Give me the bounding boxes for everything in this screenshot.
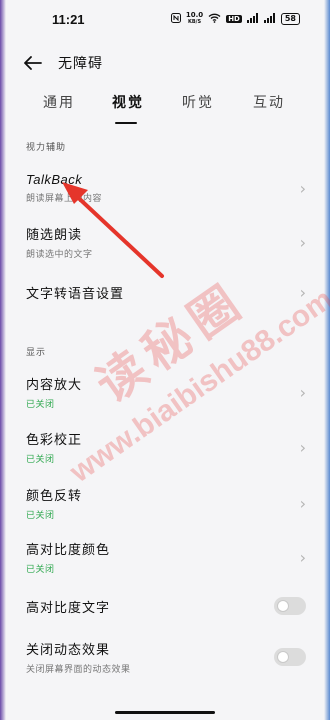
home-indicator[interactable] bbox=[115, 711, 215, 714]
status-icons: 10.0 KB/S HD 58 bbox=[170, 12, 300, 26]
section-header-vision-assist: 视力辅助 bbox=[26, 143, 67, 153]
tts-settings-title: 文字转语音设置 bbox=[26, 286, 125, 302]
chevron-right-icon: › bbox=[299, 232, 306, 252]
tab-active-indicator bbox=[115, 122, 137, 124]
remove-animations-toggle[interactable] bbox=[274, 648, 306, 666]
remove-animations-title: 关闭动态效果 bbox=[26, 643, 111, 658]
talkback-title: TalkBack bbox=[26, 172, 83, 187]
color-inversion-status: 已关闭 bbox=[26, 511, 55, 521]
tts-settings-row[interactable]: 文字转语音设置 › bbox=[0, 280, 330, 304]
tab-general[interactable]: 通用 bbox=[29, 92, 89, 112]
magnification-status: 已关闭 bbox=[26, 400, 55, 410]
select-to-speak-subtitle: 朗读选中的文字 bbox=[26, 250, 93, 260]
remove-animations-subtitle: 关闭屏幕界面的动态效果 bbox=[26, 665, 131, 675]
tab-vision[interactable]: 视觉 bbox=[98, 92, 158, 112]
magnification-row[interactable]: 内容放大 已关闭 › bbox=[0, 372, 330, 412]
chevron-right-icon: › bbox=[299, 282, 306, 302]
high-contrast-color-row[interactable]: 高对比度颜色 已关闭 › bbox=[0, 537, 330, 577]
wifi-icon bbox=[208, 13, 221, 26]
talkback-subtitle: 朗读屏幕上的内容 bbox=[26, 194, 103, 204]
nfc-icon bbox=[170, 12, 181, 26]
high-contrast-text-toggle[interactable] bbox=[274, 597, 306, 615]
chevron-right-icon: › bbox=[299, 547, 306, 567]
hd-icon: HD bbox=[226, 15, 242, 23]
chevron-right-icon: › bbox=[299, 382, 306, 402]
tab-bar: 通用 视觉 听觉 互动 bbox=[0, 92, 330, 128]
back-arrow-icon[interactable] bbox=[22, 52, 44, 74]
signal-icon-2 bbox=[263, 12, 276, 26]
magnification-title: 内容放大 bbox=[26, 378, 83, 393]
header: 无障碍 bbox=[0, 45, 330, 81]
status-time: 11:21 bbox=[52, 11, 85, 27]
page-title: 无障碍 bbox=[58, 56, 103, 72]
select-to-speak-title: 随选朗读 bbox=[26, 228, 83, 243]
network-unit: KB/S bbox=[187, 19, 202, 25]
network-speed: 10.0 KB/S bbox=[186, 12, 203, 26]
select-to-speak-row[interactable]: 随选朗读 朗读选中的文字 › bbox=[0, 222, 330, 262]
high-contrast-color-status: 已关闭 bbox=[26, 565, 55, 575]
tab-hearing[interactable]: 听觉 bbox=[168, 92, 228, 112]
tab-interaction[interactable]: 互动 bbox=[239, 92, 299, 112]
high-contrast-text-title: 高对比度文字 bbox=[26, 600, 111, 616]
chevron-right-icon: › bbox=[299, 493, 306, 513]
chevron-right-icon: › bbox=[299, 437, 306, 457]
color-correction-row[interactable]: 色彩校正 已关闭 › bbox=[0, 427, 330, 467]
color-correction-status: 已关闭 bbox=[26, 455, 55, 465]
signal-icon bbox=[246, 12, 259, 26]
color-correction-title: 色彩校正 bbox=[26, 433, 83, 448]
color-inversion-row[interactable]: 颜色反转 已关闭 › bbox=[0, 483, 330, 523]
status-bar: 11:21 10.0 KB/S HD 58 bbox=[0, 0, 330, 38]
high-contrast-text-row[interactable]: 高对比度文字 bbox=[0, 594, 330, 618]
section-header-display: 显示 bbox=[26, 348, 47, 358]
high-contrast-color-title: 高对比度颜色 bbox=[26, 543, 111, 558]
chevron-right-icon: › bbox=[299, 178, 306, 198]
color-inversion-title: 颜色反转 bbox=[26, 489, 83, 504]
battery-icon: 58 bbox=[280, 13, 300, 25]
talkback-row[interactable]: TalkBack 朗读屏幕上的内容 › bbox=[0, 168, 330, 208]
network-rate: 10.0 bbox=[185, 11, 204, 19]
remove-animations-row[interactable]: 关闭动态效果 关闭屏幕界面的动态效果 bbox=[0, 637, 330, 677]
